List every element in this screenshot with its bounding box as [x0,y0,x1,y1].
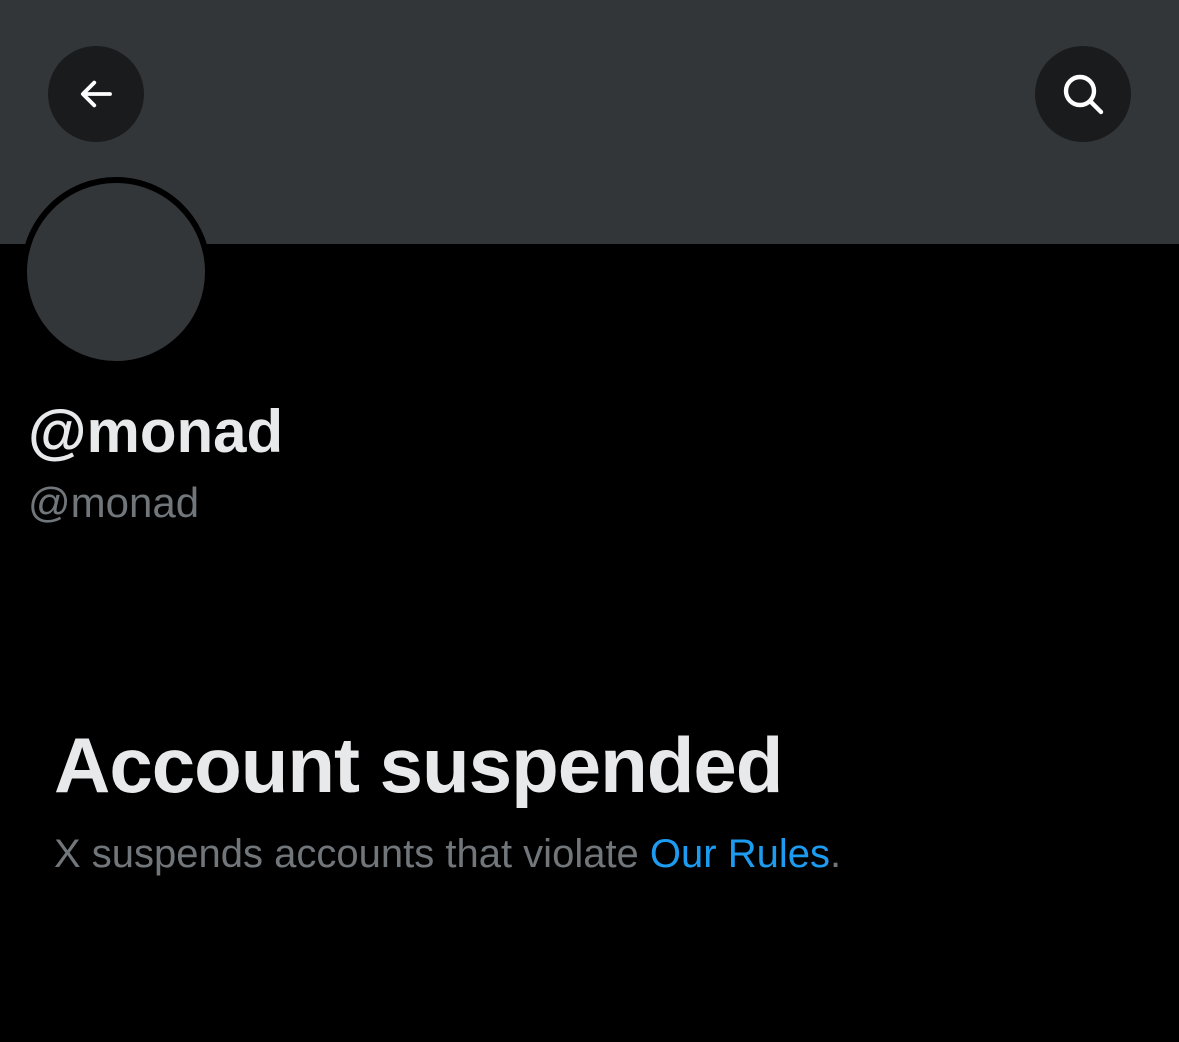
arrow-left-icon [75,73,117,115]
username-handle: @monad [28,479,200,526]
display-name: @monad [28,398,284,465]
suspension-notice: Account suspended X suspends accounts th… [54,720,1134,878]
notice-text-before: X suspends accounts that violate [54,832,650,876]
search-button[interactable] [1035,46,1131,142]
avatar[interactable] [21,177,211,367]
our-rules-link[interactable]: Our Rules [650,832,830,876]
notice-title: Account suspended [54,721,783,809]
notice-text: X suspends accounts that violate Our Rul… [54,830,1134,878]
back-button[interactable] [48,46,144,142]
notice-text-after: . [829,832,842,876]
search-icon [1059,70,1107,118]
